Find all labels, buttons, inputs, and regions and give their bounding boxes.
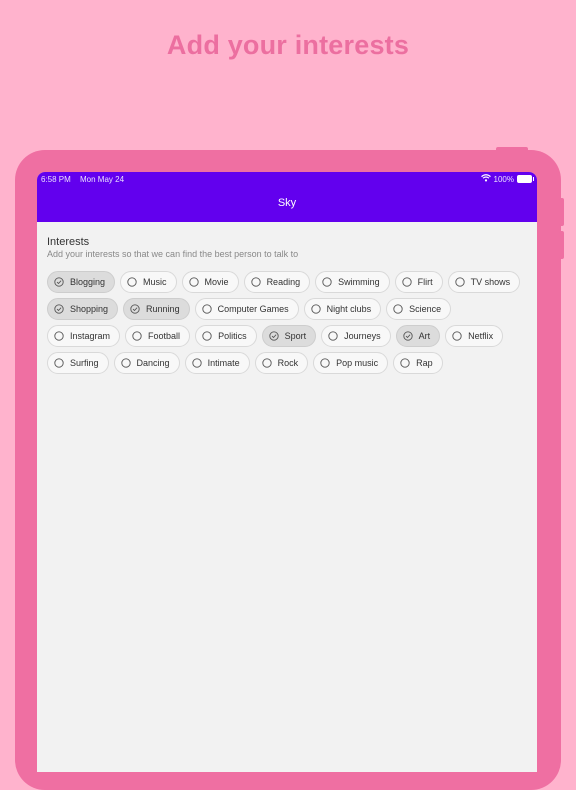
chip-instagram[interactable]: Instagram — [47, 325, 121, 347]
check-circle-icon — [268, 331, 279, 341]
chip-label: Dancing — [136, 358, 170, 368]
chip-label: Sport — [284, 331, 307, 341]
chip-label: Science — [409, 304, 442, 314]
chip-label: Rock — [277, 358, 299, 368]
chip-label: Blogging — [70, 277, 106, 287]
radio-circle-icon — [191, 358, 202, 368]
radio-circle-icon — [452, 331, 462, 341]
app-bar: 6:58 PM Mon May 24 100% Sky — [37, 172, 537, 222]
radio-circle-icon — [54, 358, 64, 368]
app-screen: 6:58 PM Mon May 24 100% Sky Interests Ad… — [37, 172, 537, 772]
status-date: Mon May 24 — [80, 175, 125, 184]
chip-journeys[interactable]: Journeys — [321, 325, 391, 347]
chip-dancing[interactable]: Dancing — [113, 352, 180, 374]
chip-label: Swimming — [338, 277, 380, 287]
status-time: 6:58 PM — [41, 175, 71, 184]
chip-surfing[interactable]: Surfing — [47, 352, 109, 374]
chip-label: Pop music — [336, 358, 379, 368]
status-bar: 6:58 PM Mon May 24 100% — [37, 174, 537, 186]
chip-intimate[interactable]: Intimate — [184, 352, 250, 374]
chip-flirt[interactable]: Flirt — [394, 271, 443, 293]
chip-label: Running — [146, 304, 180, 314]
radio-circle-icon — [400, 358, 410, 368]
chip-computer-games[interactable]: Computer Games — [194, 298, 299, 320]
headline: Add your interests — [166, 30, 410, 60]
chip-night-clubs[interactable]: Night clubs — [303, 298, 382, 320]
chip-art[interactable]: Art — [395, 325, 441, 347]
chip-label: Surfing — [70, 358, 99, 368]
radio-circle-icon — [328, 331, 338, 341]
radio-circle-icon — [201, 304, 212, 314]
chip-label: Instagram — [70, 331, 111, 341]
battery-percent: 100% — [493, 174, 514, 184]
chip-label: Computer Games — [217, 304, 289, 314]
section-title: Interests — [47, 236, 90, 248]
chip-row: Instagram Football Politics Sport Journeys Ar… — [47, 325, 527, 347]
radio-circle-icon — [310, 304, 321, 314]
chip-reading[interactable]: Reading — [243, 271, 311, 293]
chip-label: Politics — [218, 331, 247, 341]
chip-label: Music — [143, 277, 167, 287]
chip-label: TV shows — [470, 277, 511, 287]
interest-chip-group: Blogging Music Movie Reading Swimming Flirt TV… — [47, 271, 527, 379]
radio-circle-icon — [120, 358, 131, 368]
chip-label: Netflix — [468, 331, 494, 341]
chip-row: Blogging Music Movie Reading Swimming Flirt TV… — [47, 271, 527, 293]
chip-science[interactable]: Science — [386, 298, 452, 320]
chip-shopping[interactable]: Shopping — [47, 298, 119, 320]
battery-icon — [517, 175, 534, 183]
check-circle-icon — [54, 277, 64, 287]
chip-label: Flirt — [417, 277, 433, 287]
chip-movie[interactable]: Movie — [181, 271, 239, 293]
chip-pop-music[interactable]: Pop music — [313, 352, 389, 374]
radio-circle-icon — [202, 331, 212, 341]
radio-circle-icon — [127, 277, 137, 287]
chip-netflix[interactable]: Netflix — [445, 325, 504, 347]
chip-label: Rap — [416, 358, 433, 368]
chip-label: Reading — [266, 277, 301, 287]
chip-label: Journeys — [344, 331, 381, 341]
radio-circle-icon — [261, 358, 272, 368]
chip-label: Football — [148, 331, 181, 341]
device-volume-up-button — [559, 198, 564, 226]
app-title: Sky — [277, 197, 297, 209]
device-volume-down-button — [559, 231, 564, 259]
chip-politics[interactable]: Politics — [195, 325, 257, 347]
radio-circle-icon — [188, 277, 199, 287]
chip-label: Intimate — [207, 358, 240, 368]
chip-row: Surfing Dancing Intimate Rock Pop music Rap — [47, 352, 527, 374]
chip-football[interactable]: Football — [125, 325, 191, 347]
chip-tv-shows[interactable]: TV shows — [447, 271, 521, 293]
check-circle-icon — [54, 304, 64, 314]
radio-circle-icon — [322, 277, 332, 287]
chip-label: Night clubs — [326, 304, 372, 314]
check-circle-icon — [130, 304, 140, 314]
chip-label: Shopping — [70, 304, 109, 314]
chip-blogging[interactable]: Blogging — [47, 271, 116, 293]
radio-circle-icon — [132, 331, 142, 341]
radio-circle-icon — [393, 304, 403, 314]
chip-label: Art — [418, 331, 431, 341]
status-right: 100% — [480, 174, 534, 184]
chip-rock[interactable]: Rock — [254, 352, 309, 374]
chip-sport[interactable]: Sport — [261, 325, 317, 347]
chip-music[interactable]: Music — [120, 271, 177, 293]
radio-circle-icon — [320, 358, 330, 368]
chip-row: Shopping Running Computer Games Night clubs… — [47, 298, 527, 320]
radio-circle-icon — [54, 331, 64, 341]
chip-swimming[interactable]: Swimming — [315, 271, 390, 293]
radio-circle-icon — [401, 277, 412, 287]
section-subtitle: Add your interests so that we can find t… — [47, 249, 299, 259]
chip-running[interactable]: Running — [123, 298, 190, 320]
radio-circle-icon — [250, 277, 261, 287]
chip-label: Movie — [204, 277, 229, 287]
radio-circle-icon — [454, 277, 465, 287]
wifi-icon — [480, 174, 491, 184]
chip-rap[interactable]: Rap — [393, 352, 443, 374]
check-circle-icon — [402, 331, 413, 341]
